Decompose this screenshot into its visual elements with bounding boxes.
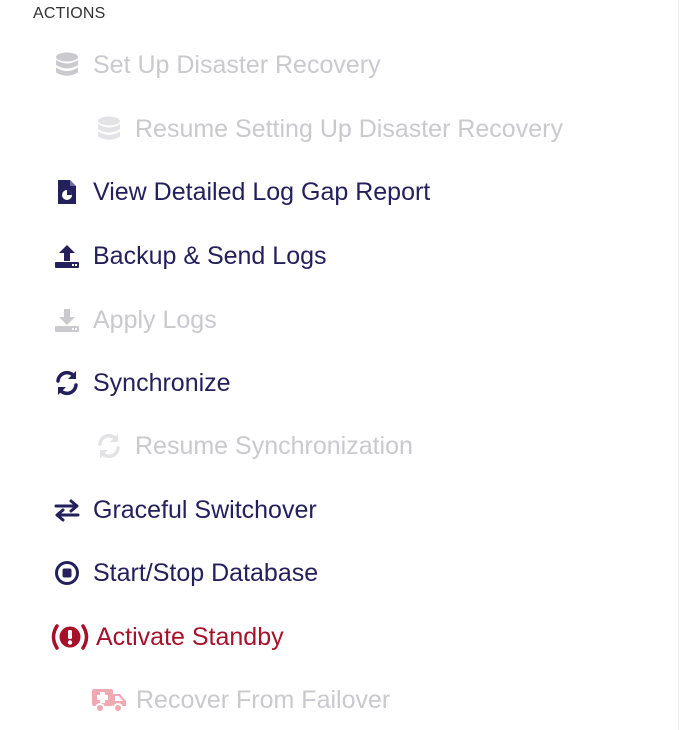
action-resume-synchronization[interactable]: Resume Synchronization [92,426,413,466]
actions-panel: ACTIONS Set Up Disaster Recovery Resume … [0,0,679,730]
action-label: Graceful Switchover [93,495,317,524]
action-label: Resume Setting Up Disaster Recovery [135,114,563,143]
action-label: Recover From Failover [136,685,391,714]
action-set-up-disaster-recovery[interactable]: Set Up Disaster Recovery [50,45,381,85]
action-synchronize[interactable]: Synchronize [50,363,231,403]
upload-icon [50,239,84,273]
action-label: Resume Synchronization [135,431,413,460]
stop-circle-icon [50,556,84,590]
action-label: Start/Stop Database [93,558,319,587]
alert-icon [48,620,92,654]
action-resume-setting-up-disaster-recovery[interactable]: Resume Setting Up Disaster Recovery [92,109,563,149]
sync-icon [92,429,126,463]
switch-arrows-icon [50,493,84,527]
section-title: ACTIONS [33,5,106,22]
report-icon [50,175,84,209]
action-recover-from-failover[interactable]: Recover From Failover [90,680,390,720]
database-icon [92,112,126,146]
download-icon [50,303,84,337]
action-label: Backup & Send Logs [93,241,327,270]
action-label: Set Up Disaster Recovery [93,50,381,79]
action-graceful-switchover[interactable]: Graceful Switchover [50,490,317,530]
action-view-detailed-log-gap-report[interactable]: View Detailed Log Gap Report [50,172,430,212]
action-start-stop-database[interactable]: Start/Stop Database [50,553,318,593]
action-backup-send-logs[interactable]: Backup & Send Logs [50,236,327,276]
ambulance-icon [90,683,128,717]
action-activate-standby[interactable]: Activate Standby [48,617,284,657]
sync-icon [50,366,84,400]
database-icon [50,48,84,82]
action-label: Apply Logs [93,305,217,334]
action-label: Synchronize [93,368,231,397]
action-apply-logs[interactable]: Apply Logs [50,300,217,340]
action-label: View Detailed Log Gap Report [93,177,431,206]
action-label: Activate Standby [96,622,284,651]
